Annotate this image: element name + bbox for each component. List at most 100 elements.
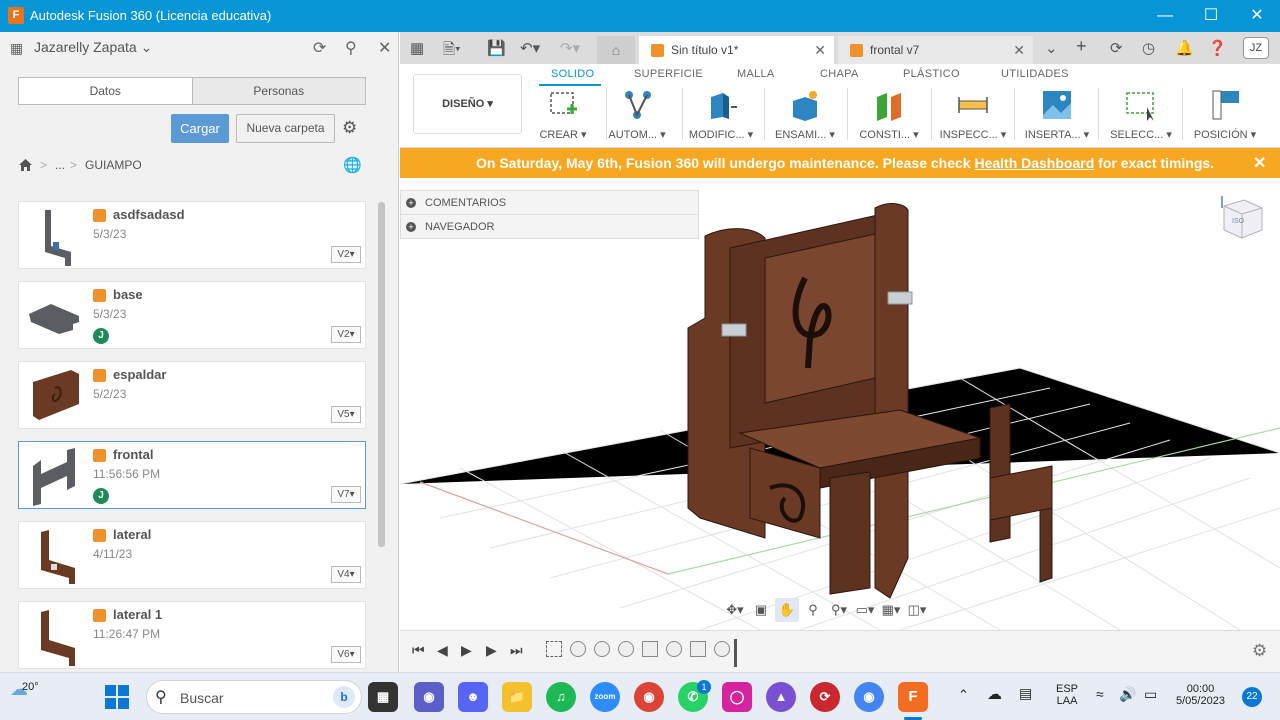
home-tab-icon[interactable]: ⌂ — [597, 36, 635, 64]
extrude-feature-icon[interactable] — [570, 641, 586, 657]
timeline-settings-gear-icon[interactable]: ⚙ — [1252, 641, 1267, 661]
position-group[interactable]: POSICIÓN ▾ — [1186, 86, 1264, 144]
user-menu[interactable]: Jazarelly Zapata ⌄ — [34, 39, 152, 56]
tab-plastico[interactable]: PLÁSTICO — [903, 68, 960, 80]
select-group[interactable]: SELECC... ▾ — [1102, 86, 1180, 144]
vpn-shield-icon[interactable]: ▲ — [766, 682, 796, 712]
volume-icon[interactable]: 🔊 — [1119, 686, 1136, 703]
construct-group[interactable]: CONSTI... ▾ — [850, 86, 928, 144]
fusion-taskbar-icon[interactable]: F — [898, 682, 928, 712]
clock[interactable]: 00:00 5/05/2023 — [1176, 683, 1225, 707]
tab-malla[interactable]: MALLA — [737, 68, 775, 80]
timeline-marker[interactable] — [734, 639, 737, 667]
display-settings-icon[interactable]: ▭▾ — [853, 598, 877, 622]
canvas-viewport[interactable]: + COMENTARIOS + NAVEGADOR ISO ✥▾ ▣ ✋ ⚲ ⚲… — [400, 178, 1280, 630]
tab-chapa[interactable]: CHAPA — [820, 68, 859, 80]
inspect-group[interactable]: INSPECC... ▾ — [934, 86, 1012, 144]
chrome-icon[interactable]: ◉ — [634, 682, 664, 712]
tab-superficie[interactable]: SUPERFICIE — [634, 68, 703, 80]
breadcrumb-ellipsis[interactable]: ... — [55, 158, 65, 172]
sketch-feature-icon[interactable] — [546, 641, 562, 657]
file-card[interactable]: frontal 11:56:56 PM J V7▾ — [18, 441, 366, 509]
design-canvas[interactable] — [400, 178, 1280, 630]
file-card[interactable]: espaldar 5/2/23 V5▾ — [18, 361, 366, 429]
close-tab-icon[interactable]: ✕ — [1013, 36, 1025, 64]
redo-icon[interactable]: ↷▾ — [560, 39, 580, 57]
tab-list-chevron-icon[interactable]: ⌄ — [1045, 39, 1058, 57]
assemble-group[interactable]: ENSAMI... ▾ — [766, 86, 844, 144]
workspace-dropdown[interactable]: DISEÑO ▾ — [413, 74, 522, 134]
job-status-icon[interactable]: ◷ — [1142, 39, 1155, 57]
modify-group[interactable]: MODIFIC... ▾ — [682, 86, 760, 144]
file-card[interactable]: base 5/3/23 J V2▾ — [18, 281, 366, 349]
notification-count-badge[interactable]: 22 — [1242, 687, 1262, 707]
close-banner-icon[interactable]: ✕ — [1253, 153, 1266, 173]
step-back-icon[interactable]: ◀ — [437, 642, 448, 659]
windows-start-icon[interactable] — [105, 685, 129, 709]
joint-feature-icon[interactable] — [690, 641, 706, 657]
look-at-icon[interactable]: ▣ — [749, 598, 773, 622]
version-dropdown[interactable]: V6▾ — [331, 646, 361, 663]
file-card[interactable]: lateral 4/11/23 V4▾ — [18, 521, 366, 589]
search-icon[interactable]: ⚲ — [345, 38, 357, 58]
task-view-icon[interactable]: ▦ — [368, 682, 398, 712]
bing-icon[interactable]: b — [333, 686, 355, 708]
go-to-start-icon[interactable]: ⏮ — [412, 642, 425, 659]
tab-utilidades[interactable]: UTILIDADES — [1001, 68, 1069, 80]
file-explorer-icon[interactable]: 📁 — [502, 682, 532, 712]
app-icon[interactable]: ⟳ — [810, 682, 840, 712]
spotify-icon[interactable]: ♫ — [546, 682, 576, 712]
health-dashboard-link[interactable]: Health Dashboard — [974, 155, 1094, 171]
extensions-icon[interactable]: ⟳ — [1110, 39, 1123, 57]
grid-settings-icon[interactable]: ▦▾ — [879, 598, 903, 622]
user-avatar[interactable]: JZ — [1243, 37, 1269, 59]
language-indicator[interactable]: ESP LAA — [1056, 683, 1078, 707]
go-to-end-icon[interactable]: ⏭ — [510, 642, 523, 659]
extrude-feature-icon[interactable] — [714, 641, 730, 657]
display-icon[interactable]: ▤ — [1019, 685, 1032, 702]
viewcube[interactable]: ISO — [1218, 192, 1266, 242]
automate-group[interactable]: AUTOM... ▾ — [598, 86, 676, 144]
zoom-icon[interactable]: zoom — [590, 682, 620, 712]
navigator-row[interactable]: + NAVEGADOR — [401, 215, 698, 239]
zoom-icon[interactable]: ⚲ — [801, 598, 825, 622]
close-tab-icon[interactable]: ✕ — [814, 36, 826, 64]
file-card[interactable]: lateral 1 11:26:47 PM V6▾ — [18, 601, 366, 669]
version-dropdown[interactable]: V4▾ — [331, 566, 361, 583]
insert-group[interactable]: INSERTA... ▾ — [1018, 86, 1096, 144]
minimize-button[interactable]: — — [1142, 0, 1188, 32]
upload-button[interactable]: Cargar — [171, 114, 229, 143]
viewports-icon[interactable]: ◫▾ — [905, 598, 929, 622]
orbit-icon[interactable]: ✥▾ — [723, 598, 747, 622]
extrude-feature-icon[interactable] — [594, 641, 610, 657]
joint-feature-icon[interactable] — [642, 641, 658, 657]
undo-icon[interactable]: ↶▾ — [520, 39, 540, 57]
comments-row[interactable]: + COMENTARIOS — [401, 191, 698, 215]
discord-icon[interactable]: ☻ — [458, 682, 488, 712]
onedrive-icon[interactable]: ☁ — [987, 685, 1002, 703]
file-menu-icon[interactable]: 🗎▾ — [443, 39, 461, 64]
extrude-feature-icon[interactable] — [618, 641, 634, 657]
tab-solido[interactable]: SOLIDO — [551, 68, 594, 80]
expand-plus-icon[interactable]: + — [406, 198, 416, 208]
version-dropdown[interactable]: V5▾ — [331, 406, 361, 423]
wifi-icon[interactable]: ≈ — [1096, 686, 1104, 702]
zoom-window-icon[interactable]: ⚲▾ — [827, 598, 851, 622]
breadcrumb-current[interactable]: GUIAMPO — [85, 158, 142, 172]
expand-plus-icon[interactable]: + — [406, 222, 416, 232]
pan-hand-icon[interactable]: ✋ — [775, 598, 799, 622]
tray-chevron-icon[interactable]: ⌃ — [958, 687, 969, 703]
close-button[interactable]: ✕ — [1234, 0, 1280, 32]
help-icon[interactable]: ❓ — [1208, 39, 1227, 57]
refresh-icon[interactable]: ⟳ — [313, 38, 326, 58]
apps-grid-icon[interactable]: ▦ — [410, 39, 424, 57]
create-group[interactable]: CREAR ▾ — [524, 86, 602, 144]
notifications-bell-icon[interactable]: 🔔 — [1175, 39, 1194, 57]
maximize-button[interactable]: ☐ — [1188, 0, 1234, 32]
tab-sin-titulo[interactable]: Sin título v1* ✕ — [639, 36, 834, 64]
tab-personas[interactable]: Personas — [191, 78, 365, 104]
home-icon[interactable] — [18, 158, 33, 175]
tab-datos[interactable]: Datos — [19, 78, 192, 104]
step-forward-icon[interactable]: ▶ — [486, 642, 497, 659]
chrome-profile-icon[interactable]: ◉ — [854, 682, 884, 712]
